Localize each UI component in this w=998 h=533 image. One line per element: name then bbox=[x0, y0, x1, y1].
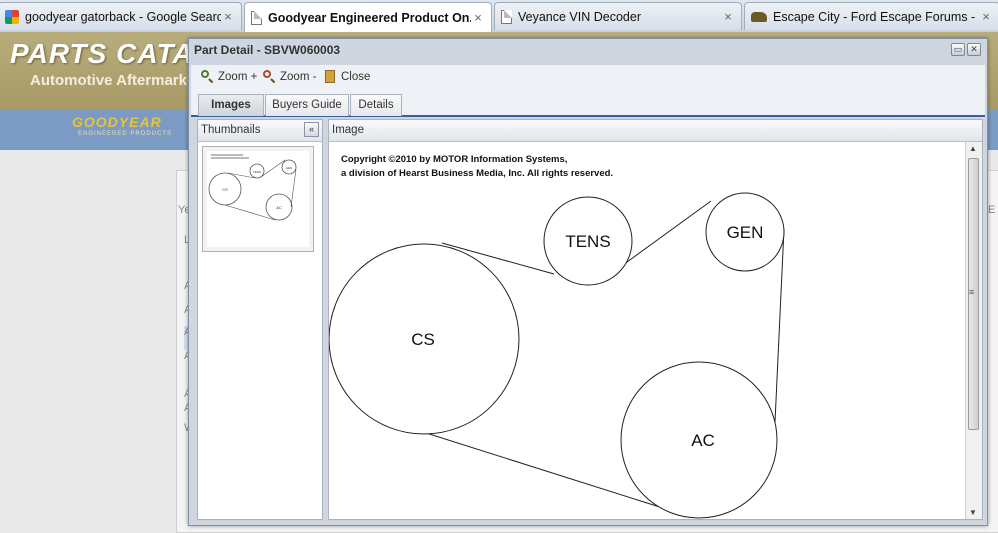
scroll-down-arrow[interactable]: ▼ bbox=[969, 508, 977, 517]
thumbnails-header-label: Thumbnails bbox=[201, 124, 261, 136]
tab-close-icon[interactable]: × bbox=[221, 9, 235, 24]
pulley-cs-label: CS bbox=[411, 330, 435, 349]
browser-tab-goodyear[interactable]: Goodyear Engineered Product On... × bbox=[244, 2, 492, 32]
pulley-ac-label: AC bbox=[691, 431, 715, 450]
tab-buyers-guide[interactable]: Buyers Guide bbox=[265, 94, 349, 116]
thumb-cs-label: CS bbox=[222, 187, 228, 192]
dialog-toolbar: Zoom + Zoom - Close bbox=[191, 65, 985, 91]
collapse-button[interactable]: « bbox=[304, 122, 319, 137]
close-button[interactable]: Close bbox=[325, 70, 370, 83]
goodyear-logo: GOODYEAR bbox=[72, 114, 162, 130]
site-subtitle: Automotive Aftermarke bbox=[30, 72, 196, 89]
scroll-up-arrow[interactable]: ▲ bbox=[969, 144, 977, 153]
zoom-out-button[interactable]: Zoom - bbox=[263, 70, 317, 84]
zoom-out-label: Zoom - bbox=[280, 70, 317, 83]
browser-tab-veyance[interactable]: Veyance VIN Decoder × bbox=[494, 2, 742, 30]
zoom-in-icon bbox=[201, 70, 214, 84]
page-icon bbox=[251, 10, 262, 25]
site-title: PARTS CATA bbox=[10, 38, 194, 69]
tab-images[interactable]: Images bbox=[198, 94, 264, 116]
thumb-gen-label: GEN bbox=[286, 166, 293, 170]
tab-details[interactable]: Details bbox=[350, 94, 402, 116]
tab-title: Goodyear Engineered Product On... bbox=[268, 10, 471, 25]
car-icon bbox=[751, 11, 767, 22]
google-icon bbox=[5, 9, 19, 24]
close-icon bbox=[325, 70, 335, 83]
tab-close-icon[interactable]: × bbox=[471, 10, 485, 25]
pulley-tens-label: TENS bbox=[565, 232, 610, 251]
tab-title: Escape City - Ford Escape Forums - ... bbox=[773, 9, 979, 24]
browser-tab-google-search[interactable]: goodyear gatorback - Google Search × bbox=[0, 2, 242, 30]
thumbnails-header: Thumbnails « bbox=[198, 120, 322, 142]
tab-title: Veyance VIN Decoder bbox=[518, 9, 641, 24]
page-icon bbox=[501, 9, 512, 24]
scroll-grip-icon: ≡ bbox=[969, 287, 975, 297]
tab-title: goodyear gatorback - Google Search bbox=[25, 9, 221, 24]
background-row: E bbox=[988, 204, 996, 216]
zoom-out-icon bbox=[263, 70, 276, 84]
thumbnails-pane: Thumbnails « CS TENS GEN AC bbox=[197, 119, 323, 520]
zoom-in-button[interactable]: Zoom + bbox=[201, 70, 258, 84]
belt-segment bbox=[774, 228, 785, 423]
image-header: Image bbox=[329, 120, 982, 142]
image-pane: Image Copyright ©2010 by MOTOR Informati… bbox=[328, 119, 983, 520]
thumbnail-diagram: CS TENS GEN AC bbox=[207, 151, 309, 247]
dialog-title: Part Detail - SBVW060003 bbox=[194, 43, 341, 57]
tab-close-icon[interactable]: × bbox=[979, 9, 993, 24]
browser-tab-escape-city[interactable]: Escape City - Ford Escape Forums - ... × bbox=[744, 2, 998, 30]
belt-routing-diagram: CS TENS GEN AC bbox=[329, 192, 785, 519]
image-thumbnail[interactable]: CS TENS GEN AC bbox=[202, 146, 314, 252]
dialog-tab-strip: Images Buyers Guide Details bbox=[191, 91, 985, 117]
vertical-scrollbar[interactable]: ▲ ≡ ▼ bbox=[965, 142, 982, 519]
close-label: Close bbox=[341, 70, 371, 83]
thumb-tens-label: TENS bbox=[253, 170, 261, 174]
restore-button[interactable]: ▭ bbox=[951, 43, 965, 56]
goodyear-logo-sub: ENGINEERED PRODUCTS bbox=[78, 131, 173, 137]
tab-close-icon[interactable]: × bbox=[721, 9, 735, 24]
thumb-ac-label: AC bbox=[276, 205, 282, 210]
close-dialog-button[interactable]: ✕ bbox=[967, 43, 981, 56]
pulley-gen-label: GEN bbox=[727, 223, 764, 242]
zoom-in-label: Zoom + bbox=[218, 70, 258, 83]
part-detail-dialog: Part Detail - SBVW060003 ▭ ✕ Zoom + Zoom… bbox=[188, 38, 988, 526]
browser-tab-bar: goodyear gatorback - Google Search × Goo… bbox=[0, 0, 998, 33]
